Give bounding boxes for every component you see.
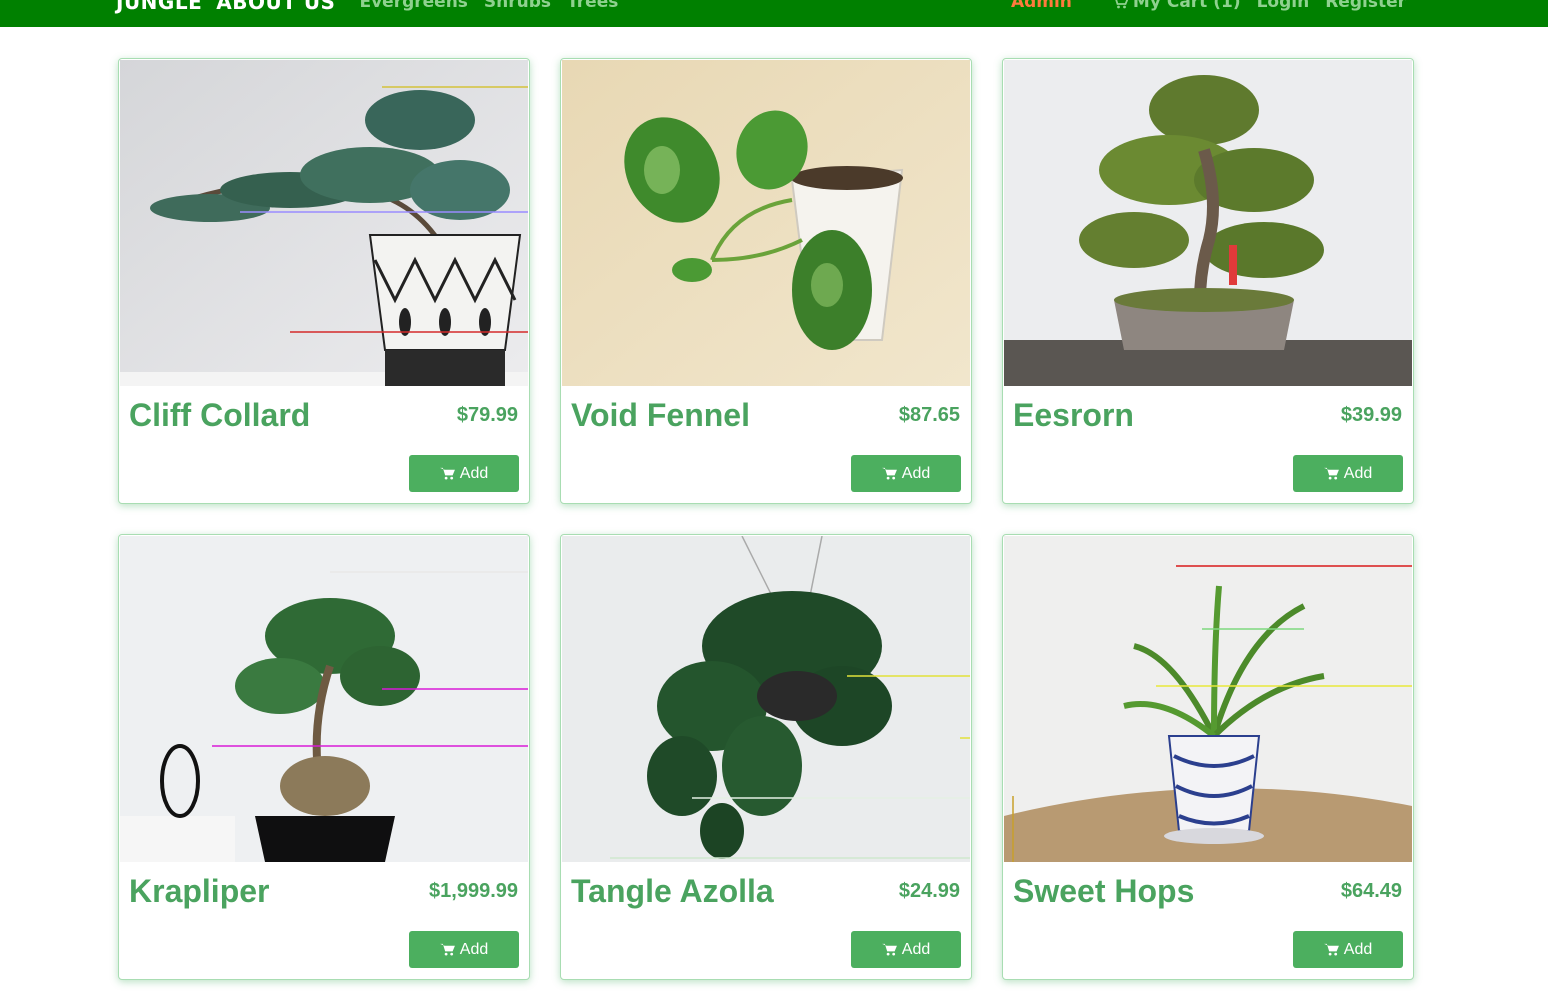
add-to-cart-button[interactable]: Add <box>851 455 961 492</box>
juniper-bonsai-image <box>120 60 528 386</box>
brand-link[interactable]: JUNGLE <box>116 0 202 14</box>
product-card: Tangle Azolla $24.99 Add <box>560 534 972 980</box>
nav-shrubs-link[interactable]: Shrubs <box>484 0 551 12</box>
product-name[interactable]: Eesrorn <box>1013 397 1134 434</box>
ficus-bonsai-image <box>120 536 528 862</box>
product-price: $1,999.99 <box>429 880 518 902</box>
shopping-cart-icon <box>1323 943 1339 956</box>
product-name[interactable]: Void Fennel <box>571 397 750 434</box>
product-price: $87.65 <box>898 404 960 426</box>
product-image[interactable] <box>562 536 970 862</box>
top-navbar: JUNGLE ABOUT US Evergreens Shrubs Trees … <box>0 0 1548 27</box>
bonsai-tree-image <box>1004 60 1412 386</box>
shopping-cart-icon <box>439 943 455 956</box>
product-card: Sweet Hops $64.49 Add <box>1002 534 1414 980</box>
product-name[interactable]: Cliff Collard <box>129 397 310 434</box>
shopping-cart-icon <box>439 467 455 480</box>
product-image[interactable] <box>1004 60 1412 386</box>
product-name[interactable]: Sweet Hops <box>1013 873 1194 910</box>
hanging-plant-image <box>562 536 970 862</box>
shopping-cart-icon <box>881 467 897 480</box>
product-image[interactable] <box>120 60 528 386</box>
add-button-label: Add <box>901 464 931 482</box>
palm-plant-image <box>1004 536 1412 862</box>
product-card: Void Fennel $87.65 Add <box>560 58 972 504</box>
about-us-link[interactable]: ABOUT US <box>216 0 335 14</box>
product-card: Eesrorn $39.99 Add <box>1002 58 1414 504</box>
add-button-label: Add <box>459 940 489 958</box>
shopping-cart-icon <box>1323 467 1339 480</box>
navbar-left: JUNGLE ABOUT US Evergreens Shrubs Trees <box>116 0 618 14</box>
my-cart-link[interactable]: My Cart (1) <box>1112 0 1241 12</box>
product-card: Cliff Collard $79.99 Add <box>118 58 530 504</box>
product-image[interactable] <box>1004 536 1412 862</box>
pothos-plant-image <box>562 60 970 386</box>
product-price: $79.99 <box>456 404 518 426</box>
shopping-cart-icon <box>881 943 897 956</box>
product-grid: Cliff Collard $79.99 Add Void Fennel $87… <box>118 58 1414 980</box>
login-link[interactable]: Login <box>1257 0 1310 12</box>
add-button-label: Add <box>901 940 931 958</box>
navbar-inner: JUNGLE ABOUT US Evergreens Shrubs Trees … <box>116 0 1406 17</box>
product-name[interactable]: Krapliper <box>129 873 269 910</box>
product-price: $64.49 <box>1340 880 1402 902</box>
admin-link[interactable]: Admin <box>1011 0 1072 12</box>
add-button-label: Add <box>459 464 489 482</box>
add-to-cart-button[interactable]: Add <box>1293 455 1403 492</box>
add-to-cart-button[interactable]: Add <box>1293 931 1403 968</box>
my-cart-label: My Cart (1) <box>1132 0 1241 12</box>
shopping-cart-icon <box>1115 0 1128 9</box>
product-card: Krapliper $1,999.99 Add <box>118 534 530 980</box>
nav-evergreens-link[interactable]: Evergreens <box>359 0 467 12</box>
add-to-cart-button[interactable]: Add <box>409 931 519 968</box>
product-image[interactable] <box>120 536 528 862</box>
add-button-label: Add <box>1343 464 1373 482</box>
register-link[interactable]: Register <box>1325 0 1406 12</box>
product-name[interactable]: Tangle Azolla <box>571 873 774 910</box>
add-to-cart-button[interactable]: Add <box>409 455 519 492</box>
add-to-cart-button[interactable]: Add <box>851 931 961 968</box>
navbar-right: Admin My Cart (1) Login Register <box>1011 0 1406 12</box>
product-image[interactable] <box>562 60 970 386</box>
product-price: $39.99 <box>1340 404 1402 426</box>
product-price: $24.99 <box>898 880 960 902</box>
add-button-label: Add <box>1343 940 1373 958</box>
nav-trees-link[interactable]: Trees <box>567 0 618 12</box>
